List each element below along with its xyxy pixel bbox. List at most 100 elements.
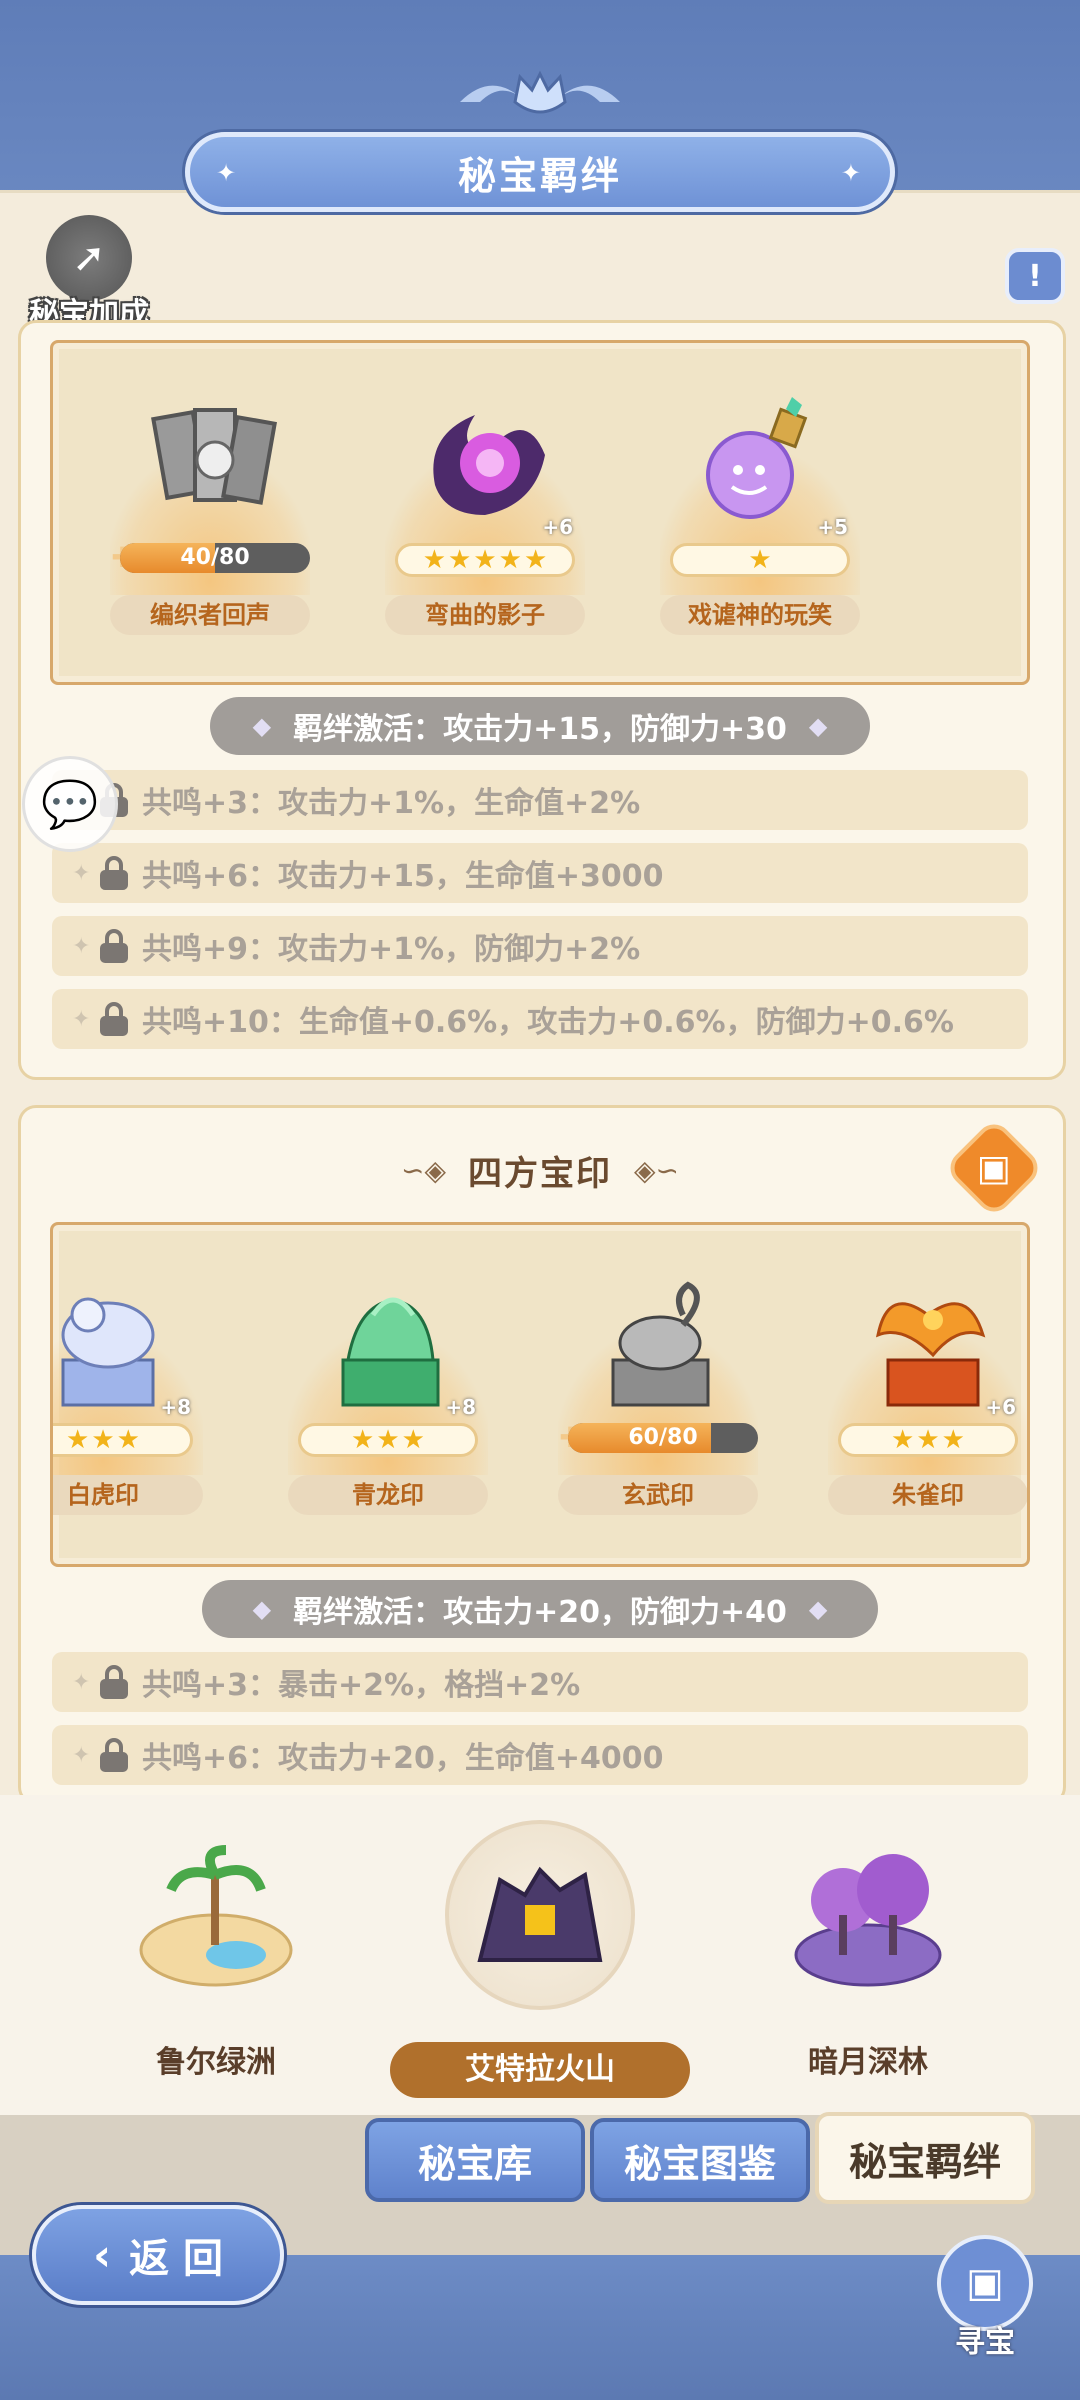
treasure-item-weaver-echo[interactable]: ✚ 40/80 编织者回声 — [100, 365, 320, 665]
page-title: 秘宝羁绊 — [457, 153, 622, 198]
tab-label: 秘宝图鉴 — [623, 2141, 776, 2186]
star-icon: ★ — [916, 1425, 940, 1455]
notice-icon: ! — [1028, 258, 1042, 294]
item-name: 朱雀印 — [828, 1475, 1027, 1515]
tab-treasure-bond[interactable]: 秘宝羁绊 — [815, 2112, 1035, 2204]
diamond-icon: ◆ — [808, 1595, 828, 1623]
seek-treasure-label: 寻宝 — [955, 2325, 1015, 2360]
item-stars: ★ ★ ★ — [298, 1423, 478, 1457]
item-plus-level: +8 — [445, 1395, 476, 1419]
star-icon: ★ — [422, 545, 447, 575]
twisted-shadow-icon — [433, 415, 545, 515]
set-2-title: 四方宝印 — [468, 1153, 612, 1194]
crest-ornament-icon — [460, 70, 620, 114]
item-progress-bar: 40/80 — [120, 543, 310, 573]
selected-region-ring — [445, 1820, 635, 2010]
resonance-text: 共鸣+3：攻击力+1%，生命值+2% — [142, 786, 641, 821]
item-stars: ★ ★ ★ — [838, 1423, 1018, 1457]
star-icon: ★ — [448, 545, 472, 575]
item-name: 戏谑神的玩笑 — [660, 595, 860, 635]
trickster-bottle-icon — [706, 397, 808, 519]
resonance-row: ✦ 共鸣+6：攻击力+15，生命值+3000 — [52, 843, 1028, 903]
tab-label: 秘宝羁绊 — [848, 2139, 1001, 2184]
item-plus-level: +6 — [542, 515, 573, 539]
resonance-text: 共鸣+3：暴击+2%，格挡+2% — [142, 1668, 581, 1703]
item-plus-level: +5 — [817, 515, 848, 539]
item-plus-level: +8 — [160, 1395, 191, 1419]
bond-activation-bar: ◆ 羁绊激活：攻击力+20，防御力+40 ◆ — [202, 1580, 878, 1638]
page-title-bar: ✦ 秘宝羁绊 ✦ — [185, 132, 895, 212]
item-plus-level: +6 — [985, 1395, 1016, 1419]
seek-treasure-button[interactable]: ▣ 寻宝 — [930, 2235, 1040, 2360]
region-label: 暗月深林 — [808, 2045, 928, 2080]
ornament-right-icon: ◈∽ — [634, 1153, 679, 1187]
sparkle-right-icon: ✦ — [840, 159, 864, 187]
back-button[interactable]: ‹ 返 回 — [32, 2205, 284, 2305]
star-icon: ★ — [351, 1425, 375, 1455]
white-tiger-seal-icon — [61, 1297, 155, 1407]
diamond-icon: ◆ — [252, 712, 272, 740]
diamond-icon: ◆ — [252, 1595, 272, 1623]
resonance-text: 共鸣+10：生命值+0.6%，攻击力+0.6%，防御力+0.6% — [142, 1005, 954, 1040]
item-name: 青龙印 — [288, 1475, 488, 1515]
star-icon: ★ — [401, 1425, 425, 1455]
resonance-row: ✦ 共鸣+10：生命值+0.6%，攻击力+0.6%，防御力+0.6% — [52, 989, 1028, 1049]
vermilion-bird-seal-icon — [875, 1302, 986, 1407]
weaver-echo-icon — [151, 408, 277, 505]
lock-icon — [100, 1002, 128, 1036]
star-icon: ★ — [116, 1425, 140, 1455]
star-icon: ★ — [941, 1425, 965, 1455]
resonance-row: ✦ 共鸣+6：攻击力+20，生命值+4000 — [52, 1725, 1028, 1785]
item-name: 编织者回声 — [110, 595, 310, 635]
lock-icon — [100, 929, 128, 963]
volcano-icon — [477, 1866, 603, 1962]
progress-text: 60/80 — [628, 1425, 698, 1450]
item-name: 白虎印 — [53, 1475, 203, 1515]
treasure-item-azure-dragon-seal[interactable]: +8 ★ ★ ★ 青龙印 — [278, 1245, 498, 1545]
set-2-items-box: +8 ★★★ 白虎印 +8 ★★★ 青龙印 ✚ 60/80 玄武印 — [50, 1222, 1030, 1567]
dark-forest-icon — [794, 1854, 942, 1987]
region-label: 鲁尔绿洲 — [156, 2045, 276, 2080]
resonance-row: ✦ 共鸣+9：攻击力+1%，防御力+2% — [52, 916, 1028, 976]
region-lur-oasis[interactable]: 鲁尔绿洲 — [96, 1845, 336, 2081]
chat-button[interactable]: 💬 — [22, 756, 118, 852]
sparkle-icon: ✦ — [72, 933, 91, 959]
treasure-chest-icon: ▣ — [976, 1147, 1012, 1189]
treasure-item-white-tiger-seal[interactable]: +8 ★ ★ ★ 白虎印 — [53, 1245, 213, 1545]
star-icon: ★ — [498, 545, 522, 575]
star-icon: ★ — [523, 545, 548, 575]
treasure-bonus-button[interactable]: ➚ 秘宝加成 — [14, 215, 164, 332]
tab-treasure-vault[interactable]: 秘宝库 — [365, 2118, 585, 2202]
region-dark-moon-forest[interactable]: 暗月深林 — [748, 1845, 988, 2081]
treasure-item-black-tortoise-seal[interactable]: ✚ 60/80 玄武印 — [548, 1245, 768, 1545]
item-name: 弯曲的影子 — [385, 595, 585, 635]
tab-treasure-codex[interactable]: 秘宝图鉴 — [590, 2118, 810, 2202]
set-2-header: ∽◈ 四方宝印 ◈∽ — [340, 1140, 740, 1200]
resonance-text: 共鸣+6：攻击力+20，生命值+4000 — [142, 1741, 664, 1776]
bond-activation-text: 羁绊激活：攻击力+15，防御力+30 — [293, 712, 787, 747]
oasis-island-icon — [139, 1845, 293, 1987]
item-name: 玄武印 — [558, 1475, 758, 1515]
item-progress-bar: 60/80 — [568, 1423, 758, 1453]
treasure-item-vermilion-bird-seal[interactable]: +6 ★ ★ ★ 朱雀印 — [818, 1245, 1027, 1545]
treasure-item-twisted-shadow[interactable]: +6 ★ ★ ★ ★ ★ 弯曲的影子 — [375, 365, 595, 665]
star-icon: ★ — [473, 545, 497, 575]
back-label: 返 回 — [129, 2236, 224, 2282]
lock-icon — [100, 856, 128, 890]
region-atla-volcano[interactable]: 艾特拉火山 — [390, 1820, 690, 2098]
item-stars: ★ ★ ★ ★ ★ — [395, 543, 575, 577]
bond-activation-text: 羁绊激活：攻击力+20，防御力+40 — [293, 1595, 787, 1630]
item-stars: ★ — [670, 543, 850, 577]
resonance-row: ✦ 共鸣+3：攻击力+1%，生命值+2% — [52, 770, 1028, 830]
chat-bubble-icon: 💬 — [41, 776, 99, 831]
star-icon: ★ — [66, 1425, 90, 1455]
star-icon: ★ — [891, 1425, 915, 1455]
item-stars: ★ ★ ★ — [53, 1423, 193, 1457]
sparkle-icon: ✦ — [72, 860, 91, 886]
notice-button[interactable]: ! — [1005, 248, 1065, 304]
resonance-text: 共鸣+6：攻击力+15，生命值+3000 — [142, 859, 664, 894]
star-icon: ★ — [376, 1425, 400, 1455]
treasure-item-trickster-joke[interactable]: +5 ★ 戏谑神的玩笑 — [650, 365, 870, 665]
sparkle-icon: ✦ — [72, 1669, 91, 1695]
sparkle-left-icon: ✦ — [216, 159, 240, 187]
